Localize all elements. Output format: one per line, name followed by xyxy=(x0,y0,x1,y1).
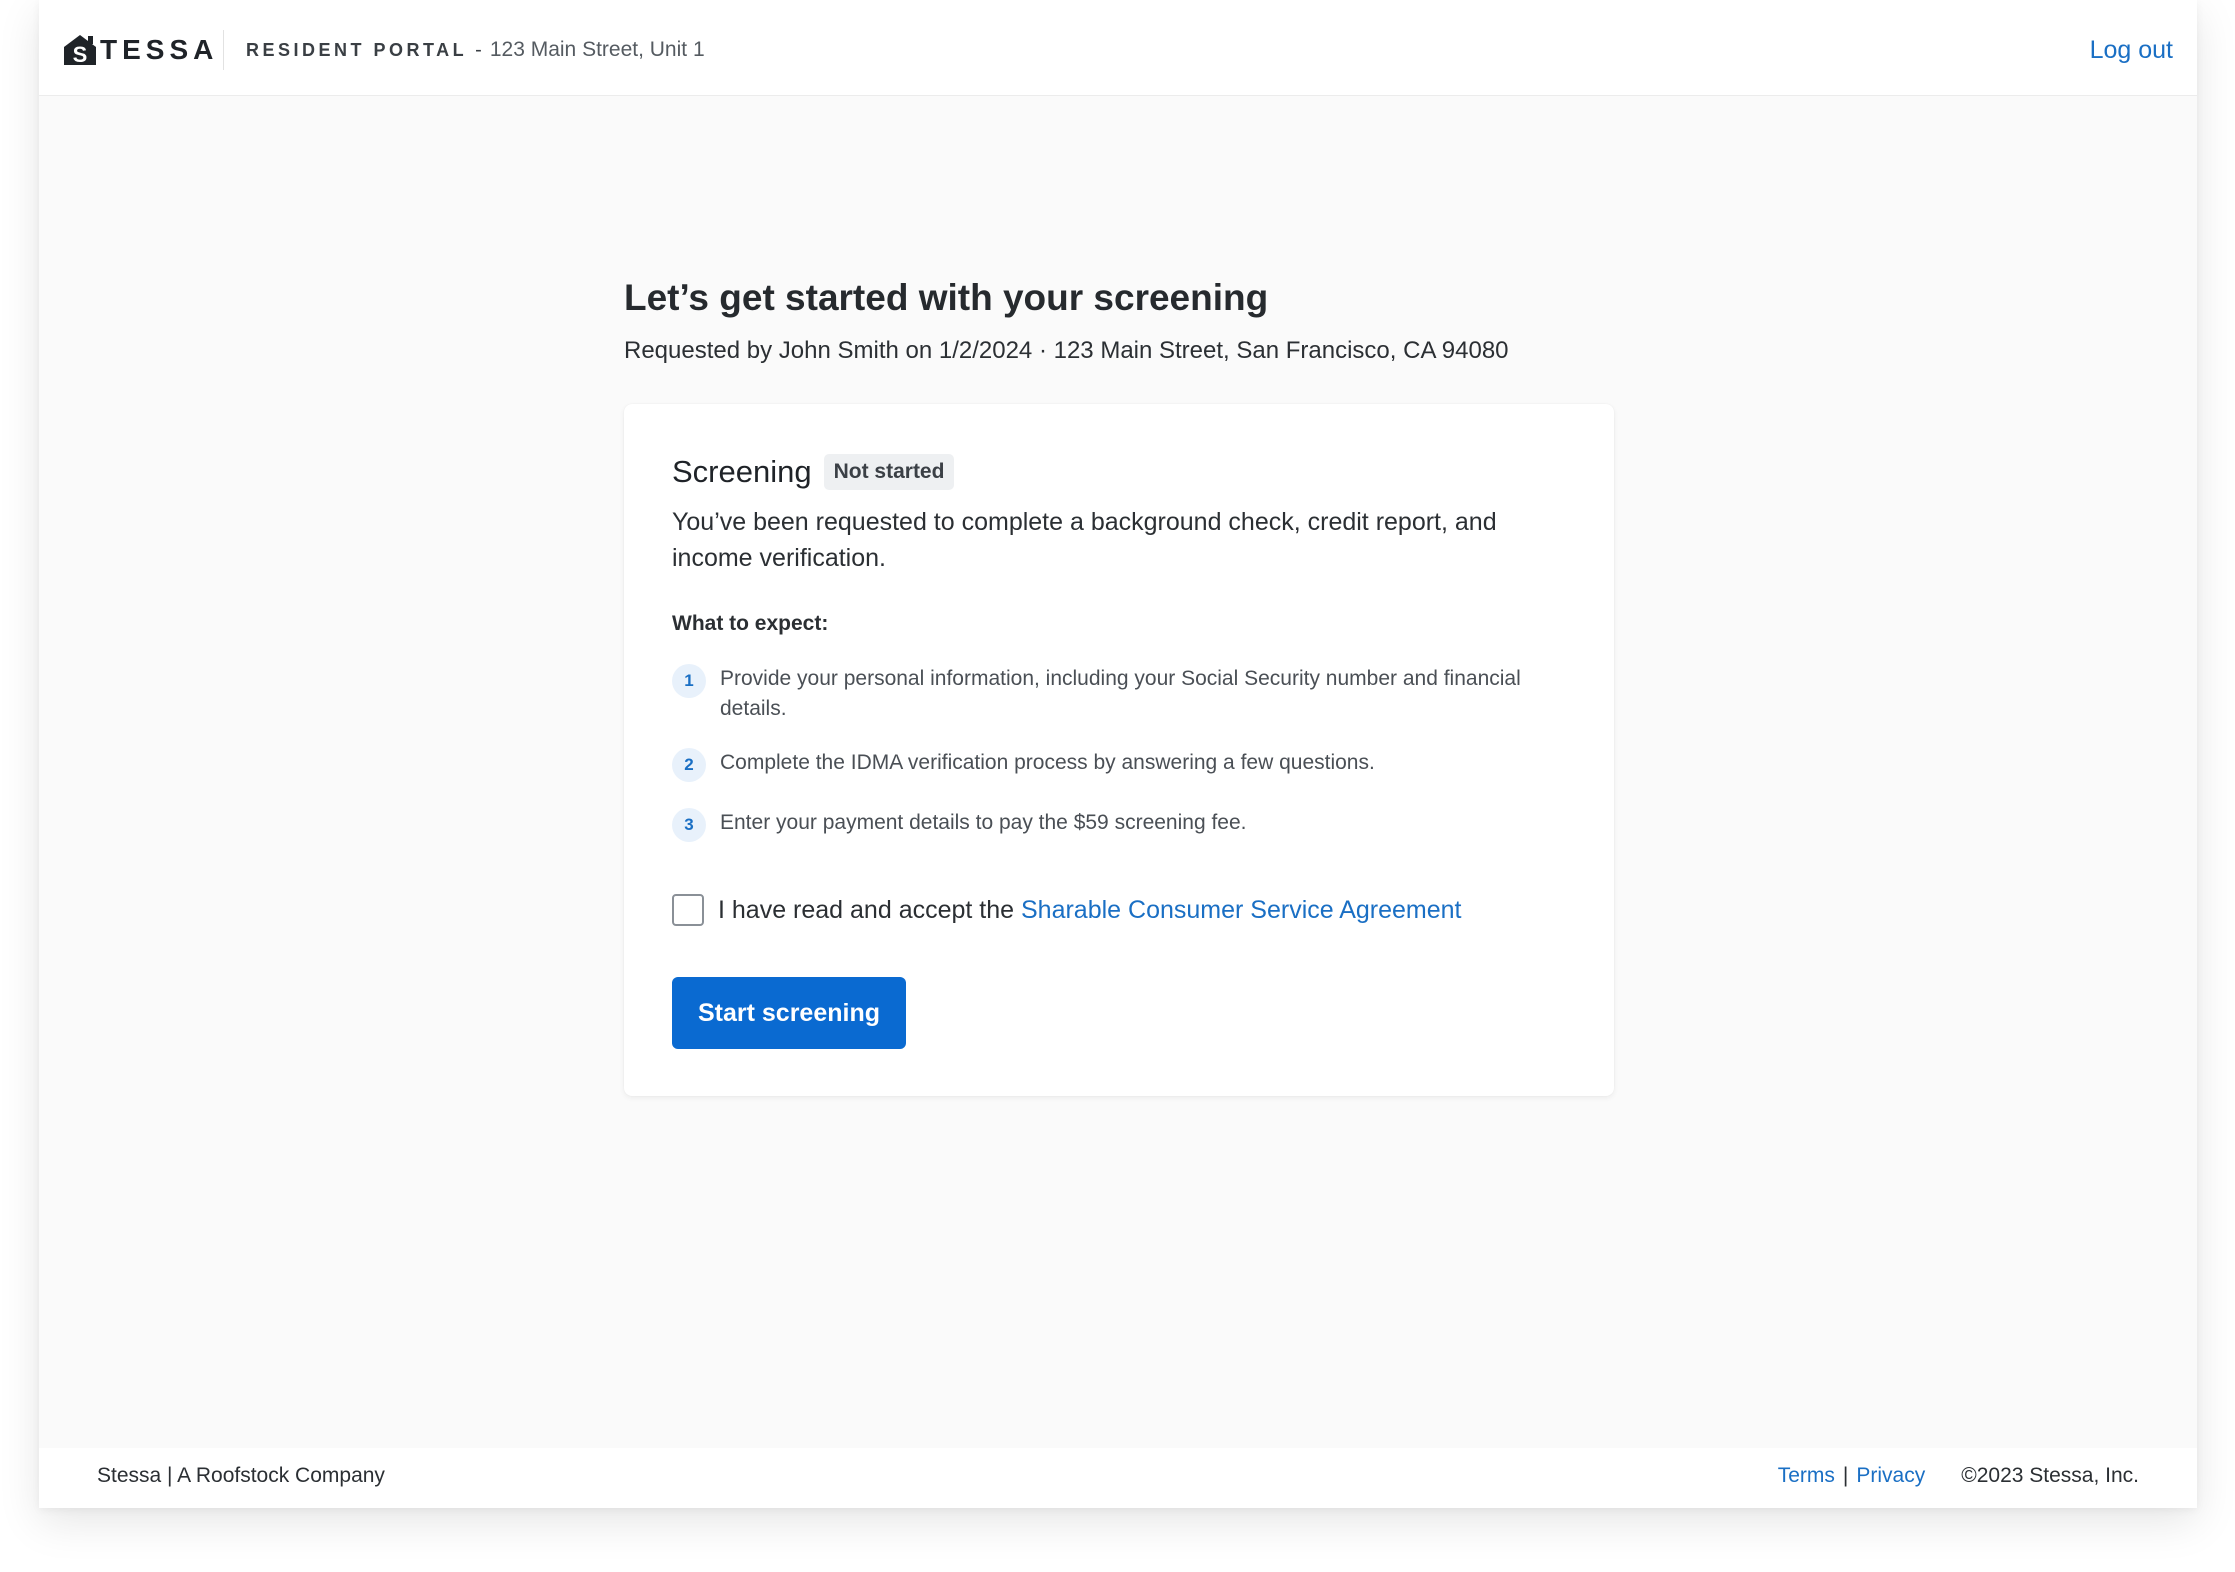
consent-checkbox[interactable] xyxy=(672,894,704,926)
top-navigation-bar: S TESSA RESIDENT PORTAL - 123 Main Stree… xyxy=(39,0,2197,96)
what-to-expect-heading: What to expect: xyxy=(672,612,829,635)
start-screening-button[interactable]: Start screening xyxy=(672,977,906,1049)
status-badge: Not started xyxy=(823,454,955,490)
portal-address: 123 Main Street, Unit 1 xyxy=(489,38,705,61)
footer-company: Stessa | A Roofstock Company xyxy=(97,1464,385,1487)
step-number: 3 xyxy=(672,808,706,842)
portal-breadcrumb: RESIDENT PORTAL - 123 Main Street, Unit … xyxy=(246,38,705,62)
consent-row: I have read and accept the Sharable Cons… xyxy=(672,894,1462,926)
header-divider xyxy=(223,30,224,70)
step-item: 1 Provide your personal information, inc… xyxy=(672,664,1540,724)
screening-card: Screening Not started You’ve been reques… xyxy=(624,404,1614,1096)
page-title: Let’s get started with your screening xyxy=(624,277,1269,318)
copyright-text: ©2023 Stessa, Inc. xyxy=(1961,1464,2139,1487)
step-text: Provide your personal information, inclu… xyxy=(720,667,1521,720)
card-title: Screening xyxy=(672,454,812,489)
logo-letter: S xyxy=(73,42,88,66)
portal-separator: - xyxy=(475,39,482,61)
house-logo-icon: S xyxy=(64,35,96,66)
app-window: S TESSA RESIDENT PORTAL - 123 Main Stree… xyxy=(39,0,2197,1508)
privacy-link[interactable]: Privacy xyxy=(1856,1464,1925,1488)
consent-prefix: I have read and accept the xyxy=(718,895,1021,924)
step-item: 3 Enter your payment details to pay the … xyxy=(672,808,1540,842)
terms-link[interactable]: Terms xyxy=(1778,1464,1835,1488)
logo-wordmark: TESSA xyxy=(100,34,219,65)
stessa-logo[interactable]: S TESSA xyxy=(63,34,218,66)
step-text: Enter your payment details to pay the $5… xyxy=(720,811,1247,834)
footer-links: Terms | Privacy ©2023 Stessa, Inc. xyxy=(1778,1464,2139,1488)
step-text: Complete the IDMA verification process b… xyxy=(720,751,1375,774)
footer-separator: | xyxy=(1842,1464,1849,1487)
card-header: Screening Not started xyxy=(672,454,955,490)
step-item: 2 Complete the IDMA verification process… xyxy=(672,748,1540,782)
step-number: 1 xyxy=(672,664,706,698)
step-number: 2 xyxy=(672,748,706,782)
agreement-link[interactable]: Sharable Consumer Service Agreement xyxy=(1021,896,1462,924)
portal-label: RESIDENT PORTAL xyxy=(246,40,468,60)
request-details: Requested by John Smith on 1/2/2024 · 12… xyxy=(624,337,1509,364)
logout-link[interactable]: Log out xyxy=(2090,36,2173,65)
screening-description: You’ve been requested to complete a back… xyxy=(672,508,1497,572)
consent-label: I have read and accept the Sharable Cons… xyxy=(718,896,1462,925)
footer: Stessa | A Roofstock Company Terms | Pri… xyxy=(39,1448,2197,1508)
